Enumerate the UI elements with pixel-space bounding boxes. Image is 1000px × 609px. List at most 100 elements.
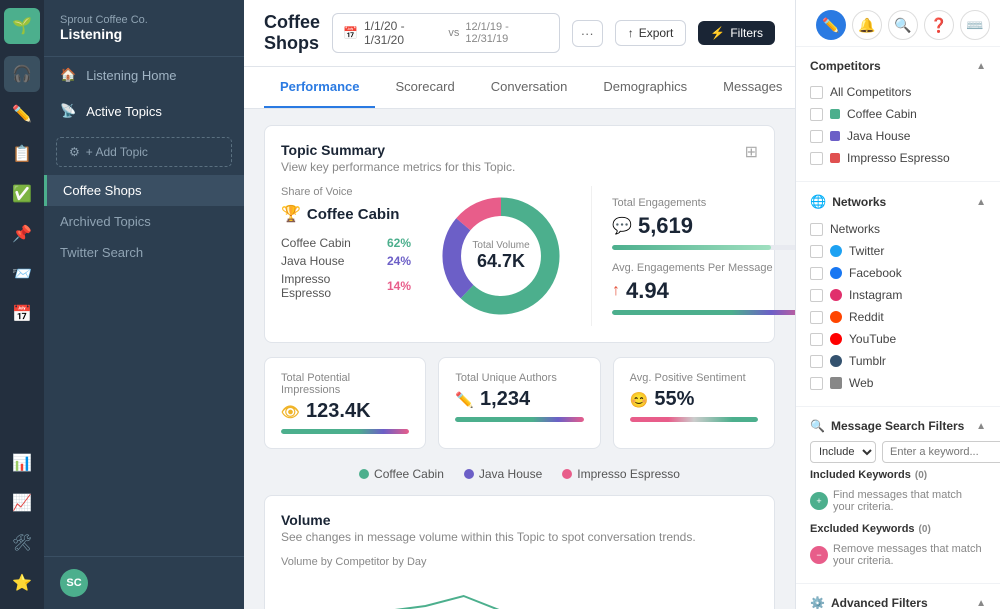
all-networks-label: Networks (830, 222, 880, 236)
sidebar-item-active-topics[interactable]: 📡 Active Topics (44, 93, 244, 129)
listening-icon[interactable]: 🎧 (4, 56, 40, 92)
network-row-6[interactable]: Web (810, 372, 986, 394)
competitors-header[interactable]: Competitors ▲ (810, 59, 986, 73)
sidebar-item-listening-home[interactable]: 🏠 Listening Home (44, 57, 244, 93)
export-button[interactable]: ↑ Export (615, 20, 687, 46)
message-search-header[interactable]: 🔍 Message Search Filters ▲ (810, 419, 986, 433)
all-networks-checkbox[interactable] (810, 223, 823, 236)
stat-progress-0 (281, 429, 409, 434)
donut-chart: Total Volume 64.7K (431, 186, 571, 326)
tab-conversation[interactable]: Conversation (475, 67, 584, 108)
competitor-row-0[interactable]: Coffee Cabin (810, 103, 986, 125)
network-name-4: YouTube (849, 332, 896, 346)
competitor-checkbox-2[interactable] (810, 152, 823, 165)
stat-card-2: Avg. Positive Sentiment 😊 55% (613, 357, 775, 449)
stat-label-1: Total Unique Authors (455, 372, 583, 384)
network-checkbox-4[interactable] (810, 333, 823, 346)
network-row-2[interactable]: Instagram (810, 284, 986, 306)
pin-icon[interactable]: 📌 (4, 216, 40, 252)
facebook-dot (830, 267, 842, 279)
network-checkbox-0[interactable] (810, 245, 823, 258)
total-engagements-box: Total Engagements 💬 5,619 (612, 197, 795, 250)
card-header-left: Topic Summary View key performance metri… (281, 142, 515, 186)
sov-row-1: Java House 24% (281, 254, 411, 268)
networks-section: 🌐 Networks ▲ Networks Twitter Facebook I… (796, 182, 1000, 407)
right-panel: ✏️ 🔔 🔍 ❓ ⌨️ Competitors ▲ All Competitor… (795, 0, 1000, 609)
competitor-row-1[interactable]: Java House (810, 125, 986, 147)
sprout-logo-icon[interactable]: 🌱 (4, 8, 40, 44)
tab-scorecard[interactable]: Scorecard (379, 67, 470, 108)
twitter-search-link[interactable]: Twitter Search (44, 237, 244, 268)
included-hint: + Find messages that match your criteria… (810, 485, 986, 517)
network-row-4[interactable]: YouTube (810, 328, 986, 350)
date-range-filter[interactable]: 📅 1/1/20 - 1/31/20 vs 12/1/19 - 12/31/19 (332, 13, 560, 53)
networks-header[interactable]: 🌐 Networks ▲ (810, 194, 986, 210)
total-engagements-label: Total Engagements (612, 197, 795, 209)
edit-top-icon[interactable]: ✏️ (816, 10, 846, 40)
network-checkbox-1[interactable] (810, 267, 823, 280)
sov-right: Total Engagements 💬 5,619 Avg. Engagemen… (591, 186, 795, 326)
tab-messages[interactable]: Messages (707, 67, 795, 108)
calendar-icon[interactable]: 📅 (4, 296, 40, 332)
vs-date: 12/1/19 - 12/31/19 (465, 21, 548, 45)
network-name-0: Twitter (849, 244, 884, 258)
legend-dot-2 (562, 469, 572, 479)
network-checkbox-6[interactable] (810, 377, 823, 390)
volume-chart-label: Volume by Competitor by Day (281, 556, 758, 568)
tasks-icon[interactable]: ✅ (4, 176, 40, 212)
volume-subtitle: See changes in message volume within thi… (281, 530, 758, 544)
add-icon: ⚙ (69, 145, 80, 159)
tab-performance[interactable]: Performance (264, 67, 375, 108)
all-competitors-row[interactable]: All Competitors (810, 81, 986, 103)
all-competitors-checkbox[interactable] (810, 86, 823, 99)
listening-home-label: Listening Home (86, 68, 176, 83)
stat-bar-1 (455, 417, 583, 422)
main-header: Coffee Shops 📅 1/1/20 - 1/31/20 vs 12/1/… (244, 0, 795, 67)
web-dot (830, 377, 842, 389)
stat-card-1: Total Unique Authors ✏️ 1,234 (438, 357, 600, 449)
keyword-input[interactable] (882, 441, 1000, 463)
network-checkbox-5[interactable] (810, 355, 823, 368)
network-row-3[interactable]: Reddit (810, 306, 986, 328)
more-options-button[interactable]: ··· (572, 20, 603, 47)
tab-demographics[interactable]: Demographics (587, 67, 703, 108)
network-checkbox-3[interactable] (810, 311, 823, 324)
search-top-icon[interactable]: 🔍 (888, 10, 918, 40)
add-topic-button[interactable]: ⚙ + Add Topic (56, 137, 232, 167)
filters-button[interactable]: ⚡ Filters (698, 21, 775, 45)
all-competitors-label: All Competitors (830, 85, 911, 99)
star-icon[interactable]: ⭐ (4, 565, 40, 601)
smile-icon: 😊 (630, 391, 649, 409)
analytics-icon[interactable]: 📊 (4, 445, 40, 481)
compose-icon[interactable]: ✏️ (4, 96, 40, 132)
keyboard-top-icon[interactable]: ⌨️ (960, 10, 990, 40)
competitor-row-2[interactable]: Impresso Espresso (810, 147, 986, 169)
archived-topics-link[interactable]: Archived Topics (44, 206, 244, 237)
include-select[interactable]: Include (810, 441, 876, 463)
filter-icon: ⚡ (710, 26, 725, 40)
competitor-dot-1 (830, 131, 840, 141)
reddit-dot (830, 311, 842, 323)
competitor-checkbox-1[interactable] (810, 130, 823, 143)
legend-row: Coffee Cabin Java House Impresso Espress… (264, 467, 775, 481)
avg-eng-progress (612, 310, 795, 315)
help-top-icon[interactable]: ❓ (924, 10, 954, 40)
advanced-filters-header[interactable]: ⚙️ Advanced Filters ▲ (810, 596, 986, 609)
reports-icon[interactable]: 📈 (4, 485, 40, 521)
competitor-checkbox-0[interactable] (810, 108, 823, 121)
inbox-icon[interactable]: 📨 (4, 256, 40, 292)
tools-icon[interactable]: 🛠 (4, 525, 40, 561)
all-networks-row[interactable]: Networks (810, 218, 986, 240)
network-checkbox-2[interactable] (810, 289, 823, 302)
network-row-5[interactable]: Tumblr (810, 350, 986, 372)
bell-top-icon[interactable]: 🔔 (852, 10, 882, 40)
grid-icon[interactable]: ⊞ (745, 142, 758, 162)
network-row-0[interactable]: Twitter (810, 240, 986, 262)
network-row-1[interactable]: Facebook (810, 262, 986, 284)
user-avatar[interactable]: SC (60, 569, 88, 597)
feed-icon[interactable]: 📋 (4, 136, 40, 172)
message-search-section: 🔍 Message Search Filters ▲ Include Inclu… (796, 407, 1000, 584)
coffee-shops-topic[interactable]: Coffee Shops (44, 175, 244, 206)
donut-total-label: Total Volume (472, 240, 529, 251)
legend-item-0: Coffee Cabin (359, 467, 444, 481)
